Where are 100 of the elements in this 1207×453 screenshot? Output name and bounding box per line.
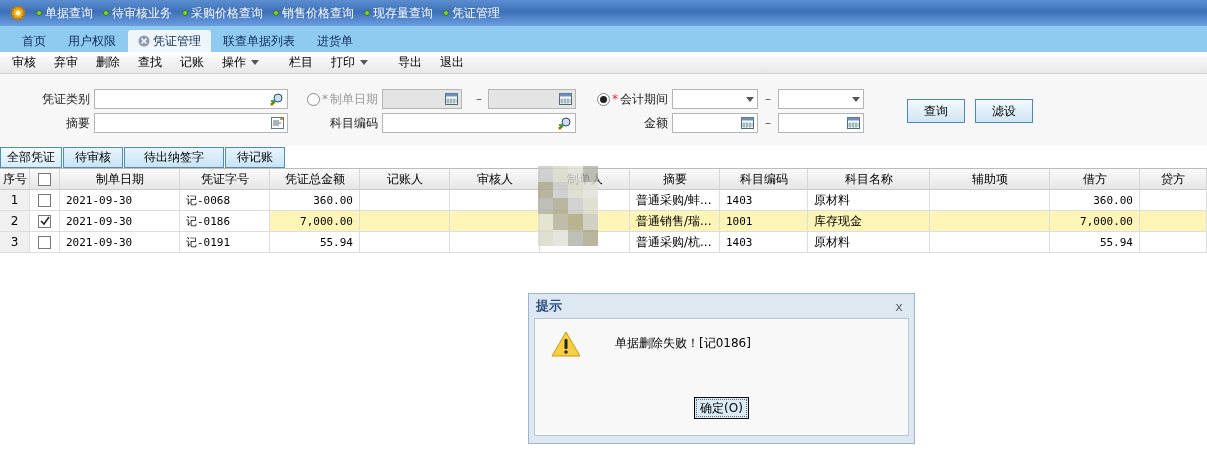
- required-mark: *: [322, 92, 328, 106]
- query-button[interactable]: 查询: [907, 99, 965, 123]
- column-header: 制单日期: [60, 169, 180, 190]
- select-all-checkbox[interactable]: [38, 172, 51, 186]
- calculator-icon[interactable]: [741, 117, 754, 129]
- row-checkbox[interactable]: [38, 235, 51, 249]
- toolbar-button[interactable]: 删除: [88, 52, 128, 73]
- field-label: 凭证类别: [41, 90, 91, 108]
- toolbar-button[interactable]: 弃审: [46, 52, 86, 73]
- column-header: 记账人: [360, 169, 450, 190]
- dialog-title: 提示: [536, 297, 562, 315]
- dialog-message: 单据删除失败！[记0186]: [615, 335, 751, 352]
- toolbar-button[interactable]: 栏目: [281, 52, 321, 73]
- amount-from-field[interactable]: [672, 113, 758, 133]
- range-separator: –: [764, 116, 772, 130]
- close-icon[interactable]: [138, 35, 150, 47]
- toolbar-button[interactable]: 打印: [323, 52, 376, 73]
- menu-item[interactable]: 销售价格查询: [273, 4, 354, 22]
- table-cell: [1140, 211, 1207, 232]
- field-label: 金额: [643, 114, 669, 132]
- table-cell: 记-0186: [180, 211, 270, 232]
- summary-field[interactable]: [94, 113, 288, 133]
- date-label: 制单日期: [330, 90, 378, 108]
- tab[interactable]: 首页: [12, 30, 56, 52]
- table-cell: 普通采购/杭...: [630, 232, 720, 253]
- table-cell: 原材料: [808, 190, 930, 211]
- table-cell: 普通采购/蚌...: [630, 190, 720, 211]
- table-cell: 2021-09-30: [60, 232, 180, 253]
- column-header: 借方: [1050, 169, 1140, 190]
- range-separator: –: [764, 92, 772, 106]
- table-cell: 360.00: [1050, 190, 1140, 211]
- toolbar-button[interactable]: 审核: [4, 52, 44, 73]
- calendar-icon[interactable]: [559, 93, 572, 105]
- row-checkbox[interactable]: [38, 193, 51, 207]
- ok-button[interactable]: 确定(O): [694, 397, 749, 419]
- range-separator: –: [475, 92, 483, 106]
- row-number: 3: [0, 232, 30, 253]
- gear-icon[interactable]: [10, 5, 26, 21]
- menu-item[interactable]: 待审核业务: [103, 4, 172, 22]
- toolbar-button[interactable]: 导出: [390, 52, 430, 73]
- table-cell: 1403: [720, 232, 808, 253]
- table-cell: 记-0191: [180, 232, 270, 253]
- date-from-field[interactable]: [382, 89, 462, 109]
- date-to-field[interactable]: [488, 89, 576, 109]
- toolbar-button[interactable]: 退出: [432, 52, 472, 73]
- column-header: 序号: [0, 169, 30, 190]
- account-code-field[interactable]: [382, 113, 576, 133]
- required-mark: *: [612, 92, 618, 106]
- caret-icon: [852, 96, 860, 102]
- table-cell: 360.00: [270, 190, 360, 211]
- period-label: 会计期间: [620, 90, 668, 108]
- field-label: 摘要: [65, 114, 91, 132]
- caret-icon: [746, 96, 754, 102]
- row-checkbox[interactable]: [38, 214, 51, 228]
- table-cell: 库存现金: [808, 211, 930, 232]
- column-header: 审核人: [450, 169, 540, 190]
- column-header: 凭证字号: [180, 169, 270, 190]
- table-cell: 1403: [720, 190, 808, 211]
- field-label: 科目编码: [329, 114, 379, 132]
- view-tab[interactable]: 待审核: [63, 147, 123, 168]
- table-cell: 1001: [720, 211, 808, 232]
- view-tab[interactable]: 全部凭证: [0, 147, 62, 168]
- calendar-icon[interactable]: [445, 93, 458, 105]
- table-cell: 2021-09-30: [60, 211, 180, 232]
- menu-item[interactable]: 凭证管理: [443, 4, 500, 22]
- query-button[interactable]: 滤设: [975, 99, 1033, 123]
- calculator-icon[interactable]: [847, 117, 860, 129]
- menu-item[interactable]: 单据查询: [36, 4, 93, 22]
- row-number: 1: [0, 190, 30, 211]
- toolbar-button[interactable]: 记账: [172, 52, 212, 73]
- tab[interactable]: 进货单: [307, 30, 363, 52]
- amount-to-field[interactable]: [778, 113, 864, 133]
- column-header: 科目名称: [808, 169, 930, 190]
- table-cell: 2021-09-30: [60, 190, 180, 211]
- column-header: 摘要: [630, 169, 720, 190]
- table-cell: [1140, 190, 1207, 211]
- table-cell: 7,000.00: [1050, 211, 1140, 232]
- search-icon[interactable]: [558, 116, 572, 130]
- tab[interactable]: 用户权限: [58, 30, 126, 52]
- table-cell: 55.94: [1050, 232, 1140, 253]
- table-cell: [1140, 232, 1207, 253]
- toolbar-button[interactable]: 操作: [214, 52, 267, 73]
- warning-icon: [551, 331, 581, 357]
- tab[interactable]: 联查单据列表: [213, 30, 305, 52]
- voucher-type-field[interactable]: [94, 89, 288, 109]
- view-tab[interactable]: 待记账: [225, 147, 285, 168]
- view-tab[interactable]: 待出纳签字: [124, 147, 224, 168]
- row-number: 2: [0, 211, 30, 232]
- radio-button[interactable]: [307, 92, 320, 106]
- radio-button[interactable]: [597, 92, 610, 106]
- table-cell: 55.94: [270, 232, 360, 253]
- menu-item[interactable]: 采购价格查询: [182, 4, 263, 22]
- table-cell: 记-0068: [180, 190, 270, 211]
- menu-item[interactable]: 现存量查询: [364, 4, 433, 22]
- search-icon[interactable]: [270, 92, 284, 106]
- list-icon[interactable]: [271, 117, 284, 129]
- toolbar-button[interactable]: 查找: [130, 52, 170, 73]
- close-button[interactable]: x: [891, 298, 907, 314]
- tab[interactable]: 凭证管理: [128, 30, 211, 52]
- table-cell: 普通销售/瑞...: [630, 211, 720, 232]
